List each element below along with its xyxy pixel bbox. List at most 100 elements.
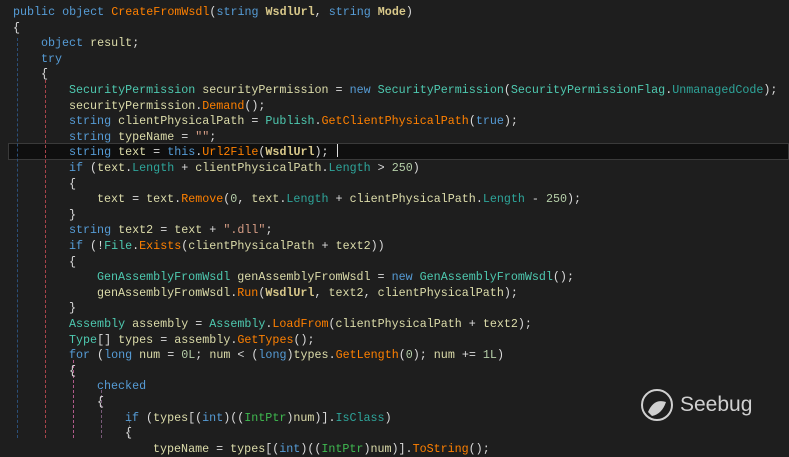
code-token: > bbox=[370, 161, 392, 175]
code-token: = bbox=[160, 348, 182, 363]
code-token: , bbox=[363, 285, 378, 300]
code-token: text2 bbox=[482, 317, 518, 331]
text-caret bbox=[337, 144, 338, 157]
code-line[interactable]: { bbox=[97, 395, 104, 411]
code-token: long bbox=[104, 348, 133, 363]
code-token: genAssemblyFromWsdl bbox=[237, 270, 371, 285]
code-line[interactable]: text = text.Remove(0, text.Length + clie… bbox=[97, 192, 581, 208]
code-token: try bbox=[41, 51, 63, 66]
code-token: object bbox=[62, 5, 105, 19]
code-token: + bbox=[314, 239, 336, 253]
code-token: = bbox=[209, 441, 231, 456]
code-token: string bbox=[69, 223, 112, 238]
code-token: += bbox=[454, 348, 483, 363]
code-token: clientPhysicalPath bbox=[335, 317, 462, 331]
code-line[interactable]: string typeName = ""; bbox=[69, 130, 216, 146]
code-line[interactable]: GenAssemblyFromWsdl genAssemblyFromWsdl … bbox=[97, 270, 574, 286]
code-token: clientPhysicalPath bbox=[188, 239, 315, 253]
code-line[interactable]: if (text.Length + clientPhysicalPath.Len… bbox=[69, 161, 420, 177]
code-line[interactable]: string text2 = text + ".dll"; bbox=[69, 223, 272, 239]
code-line[interactable]: checked bbox=[97, 379, 146, 395]
code-token: . bbox=[314, 114, 322, 129]
code-line[interactable]: for (long num = 0L; num < (long)types.Ge… bbox=[69, 348, 504, 364]
code-token: , bbox=[314, 285, 329, 300]
code-token: new bbox=[391, 270, 413, 285]
code-line[interactable]: string clientPhysicalPath = Publish.GetC… bbox=[69, 114, 518, 130]
code-token: text bbox=[97, 192, 126, 207]
code-line[interactable]: try bbox=[41, 52, 62, 68]
code-token: object bbox=[41, 36, 84, 51]
code-token: { bbox=[97, 395, 105, 409]
code-token: ); bbox=[567, 192, 582, 207]
code-token: )(( bbox=[223, 410, 245, 425]
code-line[interactable]: { bbox=[41, 67, 48, 83]
code-token: ) bbox=[286, 348, 294, 363]
code-token: (); bbox=[468, 441, 490, 456]
code-token: result bbox=[90, 36, 133, 51]
code-token: ) bbox=[405, 5, 413, 19]
code-token: text bbox=[251, 192, 280, 207]
code-token: ".dll" bbox=[223, 223, 266, 238]
code-token: ; bbox=[209, 129, 217, 144]
code-token: { bbox=[41, 67, 49, 82]
code-line[interactable]: } bbox=[69, 301, 76, 317]
code-token: Publish bbox=[265, 114, 315, 129]
code-token: long bbox=[258, 348, 287, 363]
code-token: text2 bbox=[335, 239, 371, 253]
code-token: = bbox=[125, 192, 147, 207]
code-token: int bbox=[279, 441, 301, 456]
code-line[interactable]: Type[] types = assembly.GetTypes(); bbox=[69, 333, 315, 349]
code-line[interactable]: Assembly assembly = Assembly.LoadFrom(cl… bbox=[69, 317, 532, 333]
code-token: ) bbox=[496, 348, 504, 363]
code-token: [] bbox=[97, 332, 119, 347]
code-token: num bbox=[370, 441, 392, 456]
code-token: IntPtr bbox=[321, 441, 364, 456]
code-line[interactable]: { bbox=[69, 255, 76, 271]
code-token: public bbox=[13, 5, 56, 19]
code-token: = bbox=[188, 317, 210, 331]
code-line[interactable]: { bbox=[69, 177, 76, 193]
code-line[interactable]: genAssemblyFromWsdl.Run(WsdlUrl, text2, … bbox=[97, 286, 518, 302]
code-token: Run bbox=[237, 285, 259, 300]
code-token: num bbox=[139, 348, 161, 363]
code-token: + bbox=[328, 192, 350, 207]
code-token: int bbox=[202, 410, 224, 425]
code-token: = bbox=[153, 332, 175, 347]
watermark-text: Seebug bbox=[680, 393, 753, 416]
code-token: UnmanagedCode bbox=[672, 83, 764, 97]
code-line[interactable]: public object CreateFromWsdl(string Wsdl… bbox=[13, 5, 413, 21]
code-line[interactable]: if (!File.Exists(clientPhysicalPath + te… bbox=[69, 239, 385, 255]
code-line[interactable]: { bbox=[13, 21, 20, 37]
code-line[interactable]: SecurityPermission securityPermission = … bbox=[69, 83, 777, 99]
code-token: assembly bbox=[132, 317, 189, 331]
code-token: { bbox=[69, 254, 77, 269]
code-line[interactable]: object result; bbox=[41, 36, 139, 52]
code-line[interactable]: string text = this.Url2File(WsdlUrl); bbox=[69, 145, 329, 161]
code-token: GetTypes bbox=[237, 332, 294, 347]
code-editor[interactable]: // ··· ········ ··· ··· ···· ········ ··… bbox=[0, 0, 789, 456]
code-token: (); bbox=[293, 332, 315, 347]
code-token: (); bbox=[244, 98, 266, 113]
code-token: Assembly bbox=[69, 317, 126, 331]
code-token: ( bbox=[139, 410, 154, 425]
code-line[interactable]: } bbox=[69, 208, 76, 224]
code-token: SecurityPermissionFlag bbox=[510, 83, 666, 97]
code-token: = bbox=[146, 145, 168, 160]
code-token: if bbox=[125, 410, 140, 425]
code-token: assembly bbox=[174, 332, 231, 347]
code-token: SecurityPermission bbox=[69, 83, 196, 97]
code-token: + bbox=[461, 317, 483, 331]
code-token: ( bbox=[468, 114, 476, 129]
code-line[interactable]: { bbox=[69, 364, 76, 380]
code-token: ( bbox=[503, 83, 511, 97]
code-token: WsdlUrl bbox=[265, 285, 315, 300]
code-line[interactable]: { bbox=[125, 426, 132, 442]
code-token: Mode bbox=[377, 5, 406, 19]
code-token: IntPtr bbox=[244, 410, 287, 425]
code-line[interactable]: if (types[(int)((IntPtr)num)].IsClass) bbox=[125, 411, 392, 427]
code-line[interactable]: typeName = types[(int)((IntPtr)num)].ToS… bbox=[153, 442, 490, 457]
code-line[interactable]: securityPermission.Demand(); bbox=[69, 99, 265, 115]
code-token: File bbox=[104, 239, 133, 253]
